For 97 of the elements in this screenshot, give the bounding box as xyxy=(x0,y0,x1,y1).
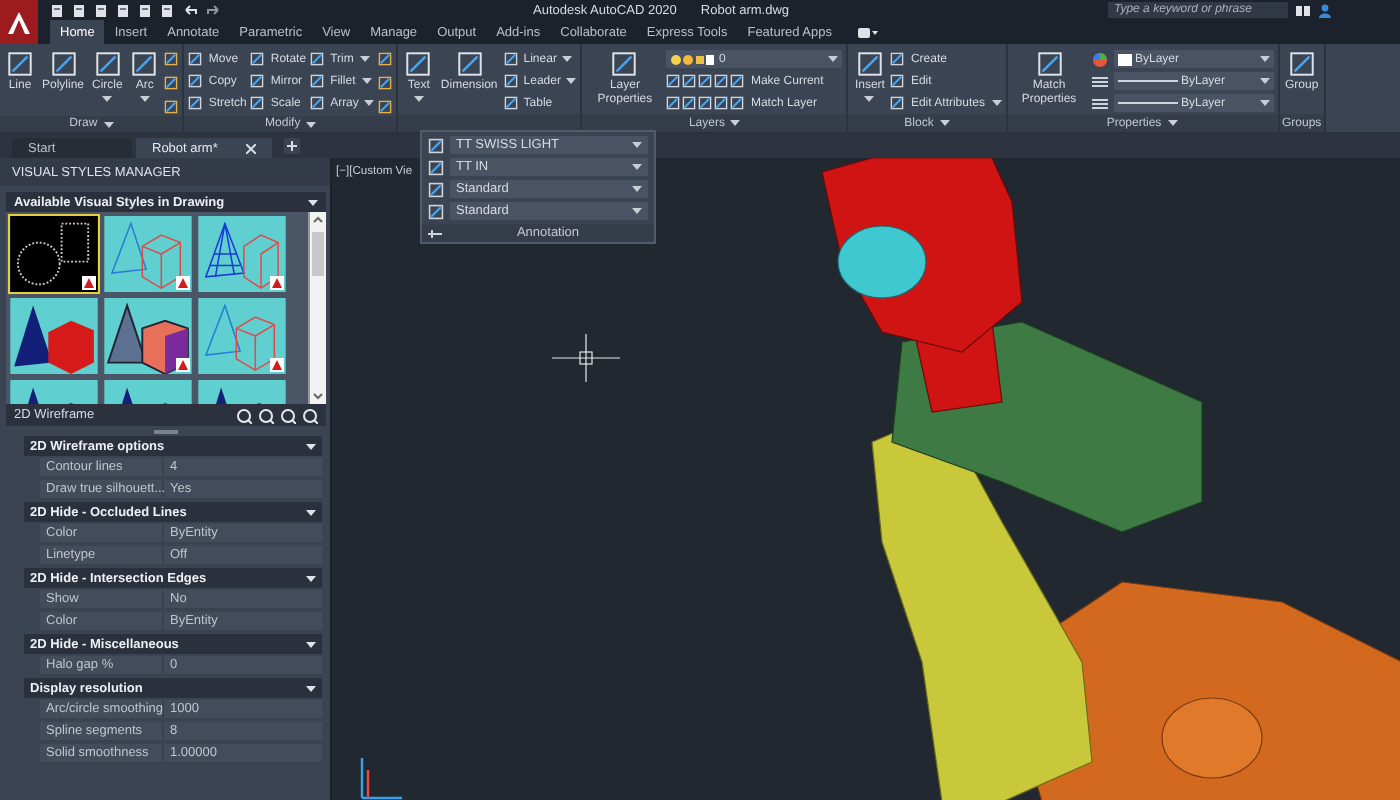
scrollbar[interactable] xyxy=(308,212,326,404)
app-logo-icon xyxy=(6,9,32,35)
tool-icon xyxy=(250,52,265,66)
toggle-icon[interactable] xyxy=(858,27,878,37)
tool-icon xyxy=(188,74,203,88)
pin-icon[interactable] xyxy=(428,229,442,237)
tool-icon xyxy=(1035,50,1063,78)
close-icon[interactable] xyxy=(245,143,256,153)
tool-icon xyxy=(730,96,745,110)
tool-icon xyxy=(1287,50,1316,78)
style-icon xyxy=(428,137,444,153)
ribbon-tool-button[interactable] xyxy=(378,98,393,116)
visual-style-thumbnail[interactable] xyxy=(8,296,100,376)
visual-style-thumbnail[interactable] xyxy=(102,214,194,294)
user-icon[interactable] xyxy=(1318,3,1332,17)
ribbon-tool-button[interactable] xyxy=(378,50,393,68)
caret-icon xyxy=(632,208,642,214)
tool-icon xyxy=(455,50,484,78)
ribbon-tool-button[interactable] xyxy=(378,74,393,92)
tool-icon xyxy=(610,50,639,78)
caret-icon xyxy=(306,443,316,449)
visual-style-thumbnail[interactable] xyxy=(102,296,194,376)
caret-icon xyxy=(864,95,875,102)
caret-icon xyxy=(306,685,316,691)
caret-icon xyxy=(361,78,372,84)
tool-icon xyxy=(310,74,325,88)
tool-icon xyxy=(130,50,159,78)
tool-icon xyxy=(378,52,393,66)
caret-icon xyxy=(359,56,370,62)
ucs-axes-icon xyxy=(360,756,404,800)
tool-icon xyxy=(188,96,203,110)
zoom-icon[interactable] xyxy=(302,407,318,423)
tool-icon xyxy=(503,52,518,66)
ribbon-tool-button[interactable] xyxy=(164,74,179,92)
color-wheel-icon xyxy=(1091,51,1107,67)
redo-icon[interactable] xyxy=(206,4,222,16)
visual-style-thumbnail[interactable] xyxy=(196,214,288,294)
caret-icon xyxy=(308,199,318,205)
style-icon xyxy=(428,181,444,197)
caret-icon xyxy=(364,100,375,106)
tool-icon xyxy=(855,50,884,78)
tool-icon xyxy=(250,96,265,110)
tool-icon xyxy=(310,52,325,66)
caret-icon xyxy=(139,95,150,102)
tool-icon xyxy=(730,74,745,88)
tool-icon xyxy=(890,74,905,88)
visual-style-thumbnail[interactable] xyxy=(196,296,288,376)
caret-icon xyxy=(306,575,316,581)
caret-icon xyxy=(102,95,113,102)
tool-icon xyxy=(378,100,393,114)
caret-icon xyxy=(1167,120,1178,126)
caret-icon xyxy=(413,95,424,102)
ribbon-tool-button[interactable] xyxy=(164,50,179,68)
caret-icon xyxy=(103,121,114,127)
caret-icon xyxy=(306,509,316,515)
lineweight-icon xyxy=(1091,95,1107,111)
ribbon-tool-button[interactable] xyxy=(164,98,179,116)
tool-icon xyxy=(250,74,265,88)
caret-icon xyxy=(828,56,839,62)
caret-icon xyxy=(1259,78,1269,84)
tool-icon xyxy=(164,76,179,90)
caret-icon xyxy=(939,120,950,126)
tool-icon xyxy=(890,96,905,110)
caret-icon xyxy=(632,164,642,170)
caret-icon xyxy=(306,641,316,647)
style-icon xyxy=(428,159,444,175)
layer-state-icon xyxy=(670,53,715,65)
lineweight-icon xyxy=(1091,73,1107,89)
style-icon xyxy=(428,203,444,219)
tool-icon xyxy=(6,50,34,78)
zoom-icon[interactable] xyxy=(280,407,296,423)
visual-style-thumbnail[interactable] xyxy=(8,214,100,294)
caret-icon xyxy=(632,186,642,192)
tool-icon xyxy=(890,52,905,66)
tool-icon xyxy=(503,74,518,88)
caret-icon xyxy=(1259,100,1269,106)
tool-icon xyxy=(378,76,393,90)
crosshair-icon xyxy=(551,333,621,383)
tool-icon xyxy=(93,50,122,78)
caret-icon xyxy=(991,100,1001,106)
application-menu-button[interactable] xyxy=(0,0,38,44)
new-tab-icon[interactable] xyxy=(283,138,300,154)
caret-icon xyxy=(562,56,573,62)
tool-icon xyxy=(188,52,203,66)
tool-icon xyxy=(503,96,518,110)
tool-icon xyxy=(310,96,325,110)
caret-icon xyxy=(632,142,642,148)
caret-icon xyxy=(1259,56,1269,62)
tool-icon xyxy=(164,100,179,114)
binoculars-icon[interactable] xyxy=(1296,4,1310,16)
caret-icon xyxy=(730,120,741,126)
tool-icon xyxy=(164,52,179,66)
caret-icon xyxy=(566,78,577,84)
tool-icon xyxy=(49,50,77,78)
caret-icon xyxy=(306,121,317,127)
undo-icon[interactable] xyxy=(182,4,198,16)
tool-icon xyxy=(404,50,433,78)
